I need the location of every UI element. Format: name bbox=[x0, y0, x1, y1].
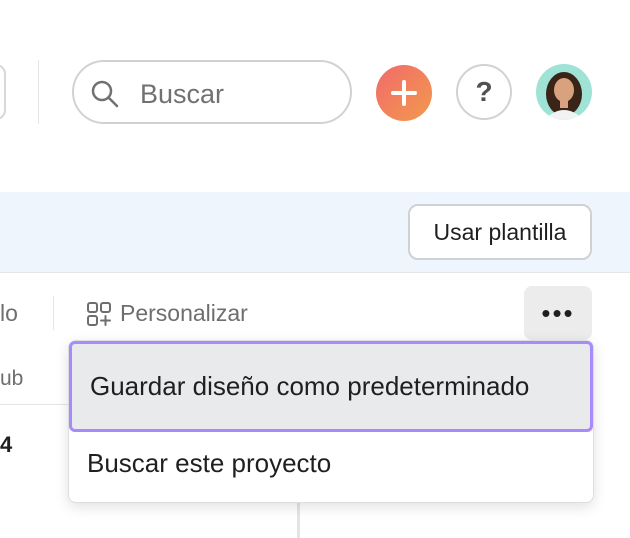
menu-item-label: Buscar este proyecto bbox=[87, 447, 332, 478]
toolbar-divider bbox=[38, 60, 39, 124]
use-template-button[interactable]: Usar plantilla bbox=[408, 204, 592, 260]
help-icon: ? bbox=[475, 76, 493, 107]
menu-item-search-project[interactable]: Buscar este proyecto bbox=[69, 438, 593, 488]
help-button[interactable]: ? bbox=[456, 64, 512, 120]
add-button[interactable] bbox=[376, 65, 432, 121]
row-divider bbox=[0, 404, 70, 405]
more-icon: ••• bbox=[541, 297, 575, 328]
customize-button[interactable]: Personalizar bbox=[86, 300, 248, 327]
search-icon bbox=[91, 80, 119, 108]
table-cell: 4 bbox=[0, 432, 13, 457]
column-divider bbox=[297, 500, 300, 538]
avatar-image bbox=[536, 64, 592, 120]
more-options-menu: Guardar diseño como predeterminado Busca… bbox=[68, 340, 594, 503]
user-avatar[interactable] bbox=[536, 64, 592, 120]
search-input[interactable]: Buscar bbox=[72, 60, 352, 124]
customize-icon bbox=[87, 301, 111, 326]
partial-button[interactable] bbox=[0, 64, 6, 120]
menu-item-label: Guardar diseño como predeterminado bbox=[90, 371, 530, 401]
search-placeholder: Buscar bbox=[140, 79, 225, 109]
menu-item-save-default-layout[interactable]: Guardar diseño como predeterminado bbox=[69, 341, 593, 432]
toolbar-item-cut[interactable]: lo bbox=[0, 300, 18, 327]
customize-label: Personalizar bbox=[120, 300, 248, 326]
column-header: ub bbox=[0, 367, 24, 390]
more-options-button[interactable]: ••• bbox=[524, 286, 592, 340]
plus-icon bbox=[391, 80, 417, 106]
toolbar-divider bbox=[53, 296, 54, 330]
